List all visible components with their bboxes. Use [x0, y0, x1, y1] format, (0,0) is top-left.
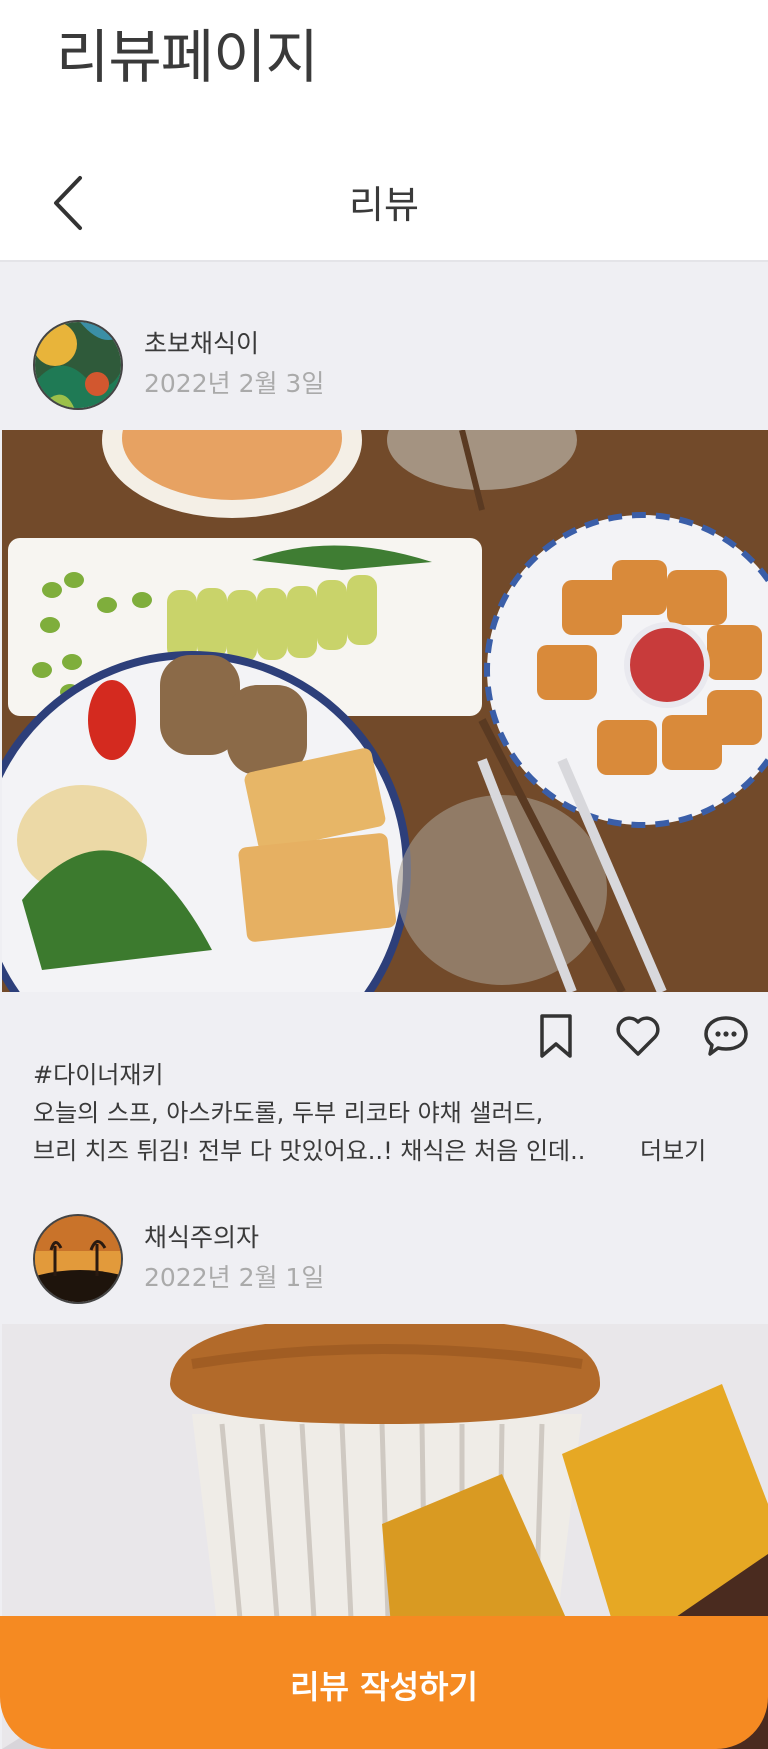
write-review-button[interactable]: 리뷰 작성하기: [0, 1616, 768, 1749]
comment-icon[interactable]: [702, 1012, 750, 1060]
avatar[interactable]: [33, 1214, 123, 1304]
nav-title: 리뷰: [349, 183, 419, 227]
avatar[interactable]: [33, 320, 123, 410]
write-review-label: 리뷰 작성하기: [290, 1668, 478, 1706]
review-text-line2: 브리 치즈 튀김! 전부 다 맛있어요..! 채식은 처음 인데..: [33, 1137, 586, 1165]
review-hashtag[interactable]: #다이너재키: [33, 1056, 164, 1094]
review-header: 채식주의자 2022년 2월 1일: [0, 1214, 768, 1304]
heart-icon[interactable]: [614, 1012, 662, 1060]
bookmark-icon[interactable]: [532, 1012, 580, 1060]
more-link[interactable]: 더보기: [640, 1132, 706, 1170]
review-feed[interactable]: 초보채식이 2022년 2월 3일 #다이너재키 오늘의 스프, 아스카도롤, …: [0, 262, 768, 1749]
page-heading: 리뷰페이지: [56, 23, 319, 91]
navbar: 리뷰: [0, 150, 768, 262]
review-date: 2022년 2월 1일: [144, 1263, 325, 1292]
review-author: 채식주의자: [144, 1223, 260, 1252]
review-photo[interactable]: [2, 430, 768, 992]
review-author: 초보채식이: [144, 329, 260, 358]
review-date: 2022년 2월 3일: [144, 369, 325, 398]
review-text-line1: 오늘의 스프, 아스카도롤, 두부 리코타 야채 샐러드,: [33, 1099, 544, 1127]
review-header: 초보채식이 2022년 2월 3일: [0, 320, 768, 410]
